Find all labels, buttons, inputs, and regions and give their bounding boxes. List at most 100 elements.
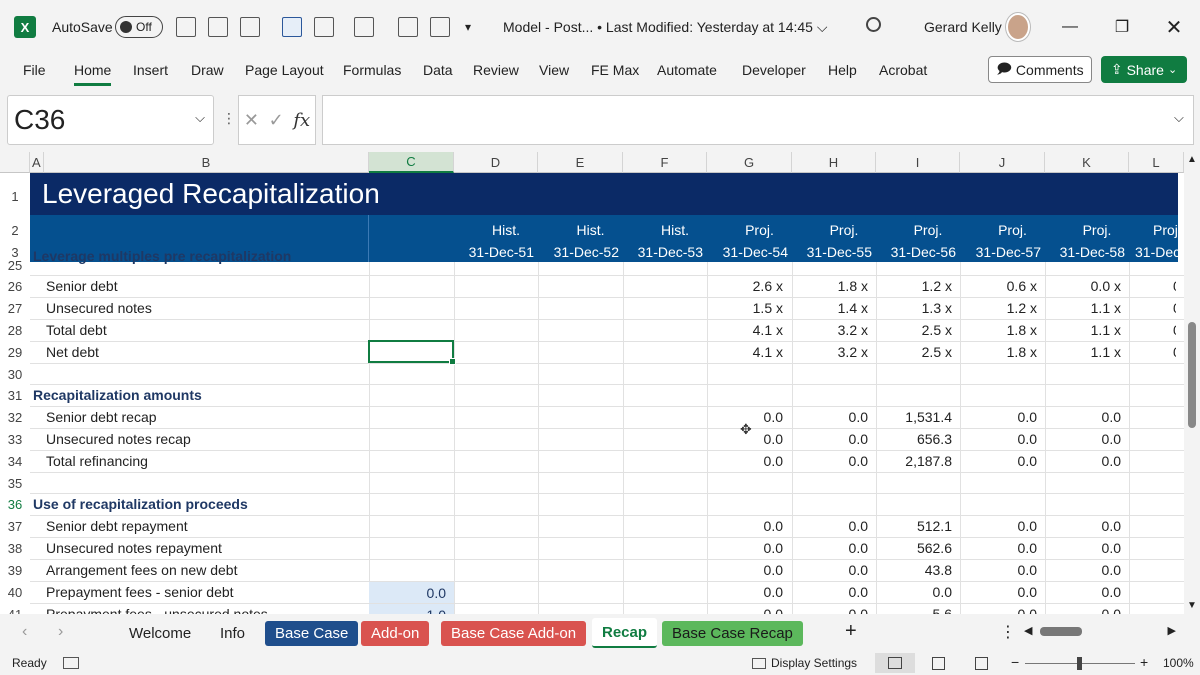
row-label[interactable]: Prepayment fees - senior debt [46, 581, 369, 603]
zoom-out-icon[interactable]: − [1011, 654, 1019, 670]
row-label[interactable]: Net debt [46, 341, 369, 363]
value-cell[interactable]: 0.0 [1045, 515, 1121, 537]
value-cell[interactable]: 0.0 [1045, 428, 1121, 450]
chevron-down-icon[interactable]: ⌵ [195, 110, 205, 126]
scroll-right-icon[interactable]: ▶ [1168, 624, 1176, 637]
value-cell[interactable]: 3.2 x [792, 341, 868, 363]
value-cell[interactable]: 0.0 [960, 515, 1037, 537]
column-header-l[interactable]: L [1129, 152, 1184, 173]
tab-formulas[interactable]: Formulas [343, 62, 401, 78]
row-header-31[interactable]: 31 [0, 384, 30, 406]
avatar[interactable] [1006, 13, 1030, 41]
prev-sheet-icon[interactable]: ‹ [22, 623, 27, 641]
column-header-c[interactable]: C [369, 152, 454, 173]
value-cell[interactable]: 1,531.4 [876, 406, 952, 428]
value-cell[interactable]: 0.0 [1045, 406, 1121, 428]
value-cell[interactable] [1129, 581, 1176, 603]
sheet-tab-base-case-recap[interactable]: Base Case Recap [662, 621, 803, 646]
value-cell[interactable]: 656.3 [876, 428, 952, 450]
row-label[interactable]: Arrangement fees on new debt [46, 559, 369, 581]
align-icon[interactable] [240, 17, 260, 37]
camera-icon[interactable] [176, 17, 196, 37]
value-cell[interactable]: 0.0 [792, 537, 868, 559]
autosave-toggle[interactable]: Off [115, 16, 163, 38]
expand-formula-icon[interactable]: ⌵ [1174, 110, 1184, 126]
value-cell[interactable]: 1.2 x [876, 275, 952, 297]
comments-button[interactable]: 🗩 Comments [988, 56, 1092, 83]
row-header-32[interactable]: 32 [0, 406, 30, 428]
customize-qat-icon[interactable]: ▾ [465, 0, 471, 54]
tab-automate[interactable]: Automate [657, 62, 717, 78]
restore-icon[interactable]: ❐ [1098, 0, 1146, 54]
row-header-34[interactable]: 34 [0, 450, 30, 472]
value-cell[interactable]: 0.0 [792, 406, 868, 428]
zoom-slider-knob[interactable] [1077, 657, 1082, 670]
column-header-f[interactable]: F [623, 152, 707, 173]
tab-home[interactable]: Home [74, 62, 112, 86]
share-button[interactable]: ⇪ Share ⌄ [1101, 56, 1187, 83]
more-options-icon[interactable]: ⋮ [222, 110, 236, 127]
search-icon[interactable] [866, 17, 881, 32]
sheet-tab-recap[interactable]: Recap [592, 618, 658, 648]
value-cell[interactable]: 0.0 [1045, 581, 1121, 603]
close-icon[interactable]: ✕ [1150, 0, 1198, 54]
row-label[interactable]: Senior debt recap [46, 406, 369, 428]
user-name[interactable]: Gerard Kelly [924, 0, 1002, 54]
value-cell[interactable]: 43.8 [876, 559, 952, 581]
value-cell[interactable] [1129, 515, 1176, 537]
value-cell[interactable]: 0.0 [707, 515, 783, 537]
present-icon[interactable] [430, 17, 450, 37]
add-sheet-icon[interactable]: + [845, 620, 857, 643]
name-box[interactable]: C36 ⌵ [7, 95, 214, 145]
row-label[interactable]: Senior debt [46, 275, 369, 297]
value-cell[interactable]: 0.0 [707, 559, 783, 581]
tab-data[interactable]: Data [423, 62, 453, 78]
scroll-left-icon[interactable]: ◀ [1024, 624, 1032, 637]
column-header-h[interactable]: H [792, 152, 876, 173]
column-header-g[interactable]: G [707, 152, 792, 173]
value-cell[interactable]: 0.6 x [960, 275, 1037, 297]
scroll-down-icon[interactable]: ▼ [1187, 600, 1197, 611]
tab-developer[interactable]: Developer [742, 62, 806, 78]
value-cell[interactable]: 0.0 [707, 537, 783, 559]
value-cell[interactable]: 1.8 x [792, 275, 868, 297]
tab-review[interactable]: Review [473, 62, 519, 78]
value-cell[interactable]: 1.1 x [1045, 341, 1121, 363]
column-header-a[interactable]: A [30, 152, 44, 173]
row-header-36[interactable]: 36 [0, 493, 30, 515]
value-cell[interactable]: 4.1 x [707, 341, 783, 363]
display-settings-icon[interactable] [752, 658, 766, 669]
value-cell[interactable]: 0.0 [960, 537, 1037, 559]
column-header-i[interactable]: I [876, 152, 960, 173]
tab-fe-max[interactable]: FE Max [591, 62, 639, 78]
row-label[interactable]: Senior debt repayment [46, 515, 369, 537]
value-cell[interactable]: 562.6 [876, 537, 952, 559]
value-cell[interactable]: 3.2 x [792, 319, 868, 341]
selected-cell[interactable] [368, 340, 456, 365]
row-label[interactable] [46, 472, 369, 494]
row-header-1[interactable]: 1 [0, 185, 30, 207]
h-scroll-thumb[interactable] [1040, 627, 1082, 636]
value-cell[interactable]: 0 [1129, 319, 1176, 341]
value-cell[interactable]: 0.0 [1045, 537, 1121, 559]
column-header-j[interactable]: J [960, 152, 1045, 173]
value-cell[interactable]: 0 [1129, 297, 1176, 319]
row-header-27[interactable]: 27 [0, 297, 30, 319]
document-title[interactable]: Model - Post... • Last Modified: Yesterd… [503, 0, 827, 54]
value-cell[interactable] [1129, 559, 1176, 581]
sheet-tab-welcome[interactable]: Welcome [119, 621, 201, 646]
value-cell[interactable]: 0.0 [876, 581, 952, 603]
value-cell[interactable]: 1.8 x [960, 319, 1037, 341]
value-cell[interactable]: 0.0 [707, 581, 783, 603]
row-header-28[interactable]: 28 [0, 319, 30, 341]
row-label[interactable]: Leverage multiples pre recapitalization [33, 248, 369, 267]
next-sheet-icon[interactable]: › [58, 623, 63, 641]
value-cell[interactable]: 1.1 x [1045, 297, 1121, 319]
zoom-in-icon[interactable]: + [1140, 654, 1148, 670]
sheet-tab-info[interactable]: Info [210, 621, 255, 646]
row-header-38[interactable]: 38 [0, 537, 30, 559]
value-cell[interactable]: 0.0 [707, 450, 783, 472]
row-header-30[interactable]: 30 [0, 363, 30, 385]
value-cell[interactable]: 0.0 x [1045, 275, 1121, 297]
value-cell[interactable]: 0.0 [960, 450, 1037, 472]
